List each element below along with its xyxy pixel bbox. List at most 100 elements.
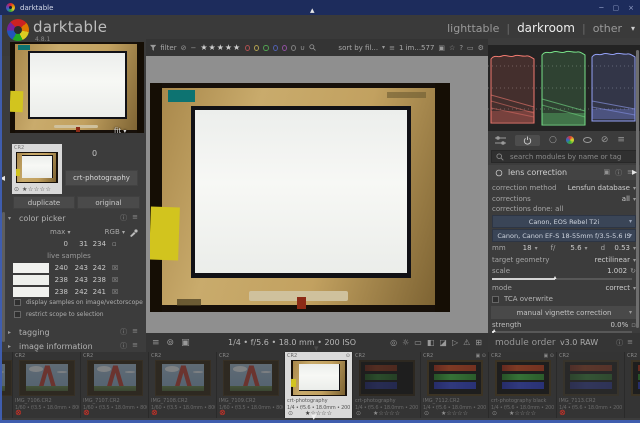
restrict-scope-option[interactable]: restrict scope to selection bbox=[14, 311, 142, 318]
guides-grid-icon[interactable]: ⊞ bbox=[475, 338, 482, 347]
live-sample-swatch[interactable] bbox=[13, 275, 49, 285]
module-order-header[interactable]: module order v3.0 RAW ⓘ ≡ bbox=[488, 333, 640, 352]
search-icon[interactable] bbox=[309, 43, 316, 52]
grouping-icon[interactable]: ▣ bbox=[438, 44, 445, 52]
mask-display-icon[interactable]: ⊚ bbox=[167, 338, 175, 348]
correction-method-row[interactable]: correction method Lensfun database ▾ bbox=[492, 184, 636, 192]
color-assessment-icon[interactable]: ▭ bbox=[414, 338, 422, 347]
funnel-icon[interactable] bbox=[150, 44, 157, 52]
checkbox[interactable] bbox=[492, 295, 499, 303]
version-name-field[interactable]: crt-photography bbox=[65, 170, 138, 186]
strength-row[interactable]: strength 0.0% ▫ bbox=[492, 321, 636, 329]
scale-row[interactable]: scale 1.002 ↻ bbox=[492, 267, 636, 275]
preferences-gear-icon[interactable]: ⚙ bbox=[478, 44, 484, 52]
overlays-star-icon[interactable]: ☆ bbox=[449, 44, 455, 52]
presets-icon[interactable]: ≡ bbox=[627, 338, 633, 348]
collapse-right-panel-arrow[interactable]: ▸ bbox=[632, 168, 637, 178]
close-button[interactable]: × bbox=[628, 4, 634, 12]
maximize-button[interactable]: ▢ bbox=[613, 4, 620, 12]
reject-icon[interactable]: ⊗ bbox=[83, 409, 90, 417]
main-image[interactable] bbox=[150, 83, 450, 312]
display-samples-option[interactable]: display samples on image/vectorscope bbox=[14, 299, 143, 306]
add-sample-icon[interactable]: ▫ bbox=[112, 240, 117, 248]
checkbox[interactable] bbox=[14, 311, 21, 318]
sort-order-icon[interactable]: ≡ bbox=[389, 44, 395, 52]
collapse-top-panel-arrow[interactable]: ▴ bbox=[310, 7, 315, 16]
photometric-row[interactable]: mm 18 ▾ f/ 5.6 ▾ d 0.53 ▾ bbox=[492, 244, 636, 252]
color-label-green-icon[interactable] bbox=[263, 44, 269, 51]
filmstrip-thumb[interactable]: CR2 ▣ ⊙ crt-photography black 1/4 • f/5.… bbox=[489, 352, 557, 418]
picked-color-swatch[interactable] bbox=[13, 239, 49, 249]
delete-sample-icon[interactable]: ☒ bbox=[112, 264, 118, 272]
gamut-check-icon[interactable]: ⚠ bbox=[463, 338, 470, 347]
expand-icon[interactable]: ▾ bbox=[8, 215, 15, 222]
softproof-icon[interactable]: ▷ bbox=[452, 338, 458, 347]
filmstrip-thumb[interactable]: CR2 IMG_7113.CR2 1/4 • f/5.6 • 18.0mm • … bbox=[557, 352, 625, 418]
lens-correction-header[interactable]: lens correction ▣ ⓘ ≡ bbox=[488, 165, 640, 180]
scope-settings-icon[interactable] bbox=[495, 135, 506, 145]
thumb-stars[interactable]: ★☆☆☆☆ bbox=[285, 410, 352, 417]
picker-mode-select[interactable]: max ▾ bbox=[50, 228, 71, 236]
os-titlebar[interactable]: darktable ─ ▢ × bbox=[0, 0, 640, 15]
right-panel-scrollbar[interactable] bbox=[636, 50, 639, 328]
off-scope-icon[interactable]: ⊘ bbox=[601, 135, 609, 145]
reset-icon[interactable]: ⓘ bbox=[615, 168, 622, 178]
scale-slider[interactable]: ▴ bbox=[492, 275, 632, 281]
module-power-icon[interactable] bbox=[515, 134, 540, 146]
vectorscope-icon[interactable] bbox=[582, 137, 592, 143]
thumb-stars[interactable]: ★☆☆☆☆ bbox=[353, 410, 420, 417]
module-enable-icon[interactable] bbox=[495, 169, 503, 177]
module-search-input[interactable] bbox=[508, 151, 628, 162]
color-label-gray-icon[interactable] bbox=[290, 44, 297, 51]
manual-vignette-section[interactable]: manual vignette correction ▾ bbox=[491, 306, 637, 319]
expand-icon[interactable]: ▸ bbox=[8, 329, 15, 336]
sort-chevron-icon[interactable]: ▾ bbox=[382, 44, 385, 51]
color-label-blue-icon[interactable] bbox=[272, 44, 278, 51]
live-sample-swatch[interactable] bbox=[13, 263, 49, 273]
view-other[interactable]: other bbox=[593, 22, 622, 35]
filmstrip-thumb[interactable]: CR2 IMG_7108.CR2 1/60 • f/3.5 • 18.0mm •… bbox=[149, 352, 217, 418]
rgb-scope-icon[interactable] bbox=[565, 136, 574, 144]
overexposed-icon[interactable]: ◪ bbox=[439, 338, 447, 347]
tca-overwrite-row[interactable]: TCA overwrite bbox=[492, 295, 636, 303]
color-label-purple-icon[interactable] bbox=[281, 44, 287, 51]
corrections-row[interactable]: corrections all ▾ bbox=[492, 195, 636, 203]
menu-icon[interactable]: ≡ bbox=[152, 338, 160, 348]
duplicate-stars[interactable]: ★☆☆☆☆ bbox=[22, 186, 51, 193]
tagging-module-header[interactable]: ▸ tagging ⓘ ≡ bbox=[0, 325, 146, 339]
range-reject-icon[interactable]: ⊘ bbox=[181, 44, 187, 52]
color-label-union-icon[interactable]: ∪ bbox=[300, 44, 305, 52]
target-geometry-row[interactable]: target geometry rectilinear ▾ bbox=[492, 256, 636, 264]
raw-overexposed-icon[interactable]: ◧ bbox=[427, 338, 435, 347]
filmstrip-thumb[interactable]: CR2 crt-photography 1/4 • f/5.6 • 18.0mm… bbox=[353, 352, 421, 418]
star-filter[interactable]: ★★★★★ bbox=[200, 43, 241, 52]
duplicate-thumbnail[interactable]: CR2 ⊙ ★☆☆☆☆ bbox=[12, 144, 62, 194]
filmstrip-thumb[interactable]: CR2 IMG_7109.CR2 1/60 • f/3.5 • 18.0mm •… bbox=[217, 352, 285, 418]
iso12646-icon[interactable]: ☼ bbox=[402, 338, 409, 347]
filmstrip-thumb[interactable]: CR2 ▣ ⊙ IMG_7112.CR2 1/4 • f/5.6 • 18.0m… bbox=[421, 352, 489, 418]
navigation-thumbnail[interactable] bbox=[10, 42, 144, 133]
live-sample-swatch[interactable] bbox=[13, 287, 49, 297]
duplicate-button[interactable]: duplicate bbox=[13, 196, 75, 209]
filmstrip-thumb[interactable]: CR2 bbox=[625, 352, 640, 418]
filmstrip-thumb[interactable]: CR2 IMG_7106.CR2 1/60 • f/3.5 • 18.0mm •… bbox=[13, 352, 81, 418]
presets-icon[interactable]: ≡ bbox=[132, 213, 138, 223]
sort-by-select[interactable]: sort by fil... bbox=[338, 44, 378, 52]
filmstrip-thumb[interactable]: CR2 IMG_7107.CR2 1/60 • f/3.5 • 18.0mm •… bbox=[81, 352, 149, 418]
camera-model-select[interactable]: Canon, EOS Rebel T2i ▾ bbox=[492, 215, 636, 228]
focus-peaking-icon[interactable]: ◎ bbox=[390, 338, 397, 347]
color-picker-header[interactable]: ▾ color picker ⓘ ≡ bbox=[0, 211, 146, 225]
delete-sample-icon[interactable]: ☒ bbox=[112, 276, 118, 284]
multi-instance-icon[interactable]: ▣ bbox=[604, 168, 611, 178]
gray-scope-icon[interactable]: ○ bbox=[549, 135, 557, 145]
help-icon[interactable]: ? bbox=[459, 44, 463, 52]
module-search[interactable] bbox=[491, 150, 637, 163]
views-dropdown-icon[interactable]: ▾ bbox=[631, 24, 635, 33]
minimize-button[interactable]: ─ bbox=[599, 4, 603, 12]
lens-model-select[interactable]: Canon, Canon EF-S 18-55mm f/3.5-5.6 IS ▾ bbox=[492, 229, 636, 242]
checkbox[interactable] bbox=[14, 299, 21, 306]
delete-sample-icon[interactable]: ☒ bbox=[112, 288, 118, 296]
shortcuts-icon[interactable]: ▭ bbox=[467, 44, 474, 52]
info-icon[interactable]: ⓘ bbox=[616, 338, 623, 348]
info-icon[interactable]: ⓘ bbox=[120, 327, 127, 337]
